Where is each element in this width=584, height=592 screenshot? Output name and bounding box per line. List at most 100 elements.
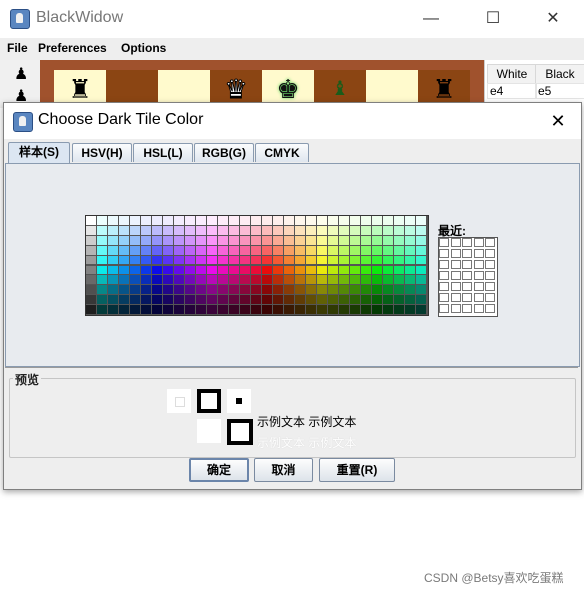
color-swatch[interactable]: [284, 285, 294, 295]
color-swatch[interactable]: [240, 216, 250, 225]
color-swatch[interactable]: [97, 285, 107, 295]
color-swatch[interactable]: [262, 225, 272, 235]
color-swatch[interactable]: [394, 245, 404, 255]
color-swatch[interactable]: [130, 275, 140, 285]
color-swatch[interactable]: [416, 235, 426, 245]
color-swatch[interactable]: [295, 295, 305, 305]
color-swatch[interactable]: [394, 305, 404, 314]
color-swatch[interactable]: [152, 235, 162, 245]
color-swatch[interactable]: [317, 275, 327, 285]
color-swatch[interactable]: [350, 295, 360, 305]
color-swatch[interactable]: [295, 245, 305, 255]
color-swatch[interactable]: [141, 235, 151, 245]
color-swatch[interactable]: [229, 255, 239, 265]
color-swatch[interactable]: [163, 265, 173, 275]
dialog-close-button[interactable]: ✕: [543, 107, 573, 135]
color-swatch[interactable]: [284, 305, 294, 314]
color-swatch[interactable]: [229, 225, 239, 235]
color-swatch[interactable]: [218, 285, 228, 295]
color-swatch[interactable]: [141, 305, 151, 314]
color-swatch[interactable]: [185, 216, 195, 225]
color-swatch[interactable]: [196, 275, 206, 285]
maximize-button[interactable]: ☐: [470, 4, 516, 34]
color-swatch[interactable]: [86, 225, 96, 235]
color-swatch[interactable]: [218, 235, 228, 245]
color-swatch[interactable]: [251, 255, 261, 265]
color-swatch[interactable]: [97, 265, 107, 275]
close-button[interactable]: ✕: [530, 4, 576, 34]
color-swatch[interactable]: [152, 216, 162, 225]
color-swatch[interactable]: [262, 265, 272, 275]
color-swatch[interactable]: [361, 305, 371, 314]
color-swatch[interactable]: [306, 235, 316, 245]
color-swatch[interactable]: [405, 285, 415, 295]
color-swatch[interactable]: [207, 265, 217, 275]
color-swatch[interactable]: [383, 235, 393, 245]
recent-swatch[interactable]: [439, 271, 449, 280]
color-swatch[interactable]: [163, 295, 173, 305]
color-swatch[interactable]: [240, 255, 250, 265]
tab-hsv[interactable]: HSV(H): [72, 143, 132, 162]
color-swatch[interactable]: [405, 225, 415, 235]
color-swatch[interactable]: [306, 305, 316, 314]
color-swatch[interactable]: [229, 295, 239, 305]
color-swatch[interactable]: [350, 225, 360, 235]
color-swatch[interactable]: [416, 285, 426, 295]
color-swatch[interactable]: [284, 225, 294, 235]
color-swatch[interactable]: [185, 255, 195, 265]
color-swatch[interactable]: [141, 285, 151, 295]
color-swatch[interactable]: [416, 295, 426, 305]
recent-swatch[interactable]: [450, 249, 461, 258]
color-swatch[interactable]: [372, 235, 382, 245]
recent-swatch[interactable]: [450, 260, 461, 269]
color-swatch[interactable]: [284, 295, 294, 305]
color-swatch[interactable]: [284, 275, 294, 285]
color-swatch[interactable]: [339, 255, 349, 265]
color-swatch[interactable]: [405, 295, 415, 305]
color-swatch[interactable]: [152, 265, 162, 275]
color-swatch[interactable]: [262, 245, 272, 255]
color-swatch[interactable]: [295, 265, 305, 275]
color-swatch[interactable]: [372, 225, 382, 235]
color-swatch[interactable]: [86, 245, 96, 255]
color-swatch[interactable]: [218, 265, 228, 275]
tab-hsl[interactable]: HSL(L): [133, 143, 193, 162]
color-swatch[interactable]: [152, 275, 162, 285]
color-swatch[interactable]: [317, 285, 327, 295]
color-swatch[interactable]: [174, 305, 184, 314]
color-swatch[interactable]: [284, 265, 294, 275]
color-swatch[interactable]: [262, 275, 272, 285]
color-swatch[interactable]: [240, 265, 250, 275]
color-swatch[interactable]: [174, 235, 184, 245]
recent-swatch[interactable]: [485, 304, 495, 313]
color-swatch[interactable]: [251, 285, 261, 295]
color-swatch[interactable]: [284, 245, 294, 255]
color-swatch[interactable]: [207, 305, 217, 314]
color-swatch[interactable]: [295, 275, 305, 285]
color-swatch[interactable]: [339, 305, 349, 314]
color-swatch[interactable]: [416, 275, 426, 285]
color-swatch[interactable]: [163, 216, 173, 225]
color-swatch[interactable]: [394, 265, 404, 275]
color-swatch[interactable]: [108, 235, 118, 245]
color-swatch[interactable]: [339, 265, 349, 275]
color-swatch[interactable]: [163, 275, 173, 285]
color-swatch[interactable]: [273, 235, 283, 245]
recent-swatch[interactable]: [450, 282, 461, 291]
color-swatch[interactable]: [416, 305, 426, 314]
color-swatch[interactable]: [229, 245, 239, 255]
recent-swatch[interactable]: [450, 271, 461, 280]
color-swatch[interactable]: [196, 305, 206, 314]
color-swatch[interactable]: [240, 305, 250, 314]
color-swatch[interactable]: [273, 275, 283, 285]
color-swatch[interactable]: [317, 305, 327, 314]
color-swatch[interactable]: [394, 225, 404, 235]
color-swatch[interactable]: [97, 295, 107, 305]
color-swatch[interactable]: [361, 285, 371, 295]
color-swatch[interactable]: [273, 265, 283, 275]
color-swatch[interactable]: [229, 235, 239, 245]
color-swatch[interactable]: [416, 216, 426, 225]
tab-cmyk[interactable]: CMYK: [255, 143, 309, 162]
color-swatch[interactable]: [416, 245, 426, 255]
color-swatch[interactable]: [174, 225, 184, 235]
